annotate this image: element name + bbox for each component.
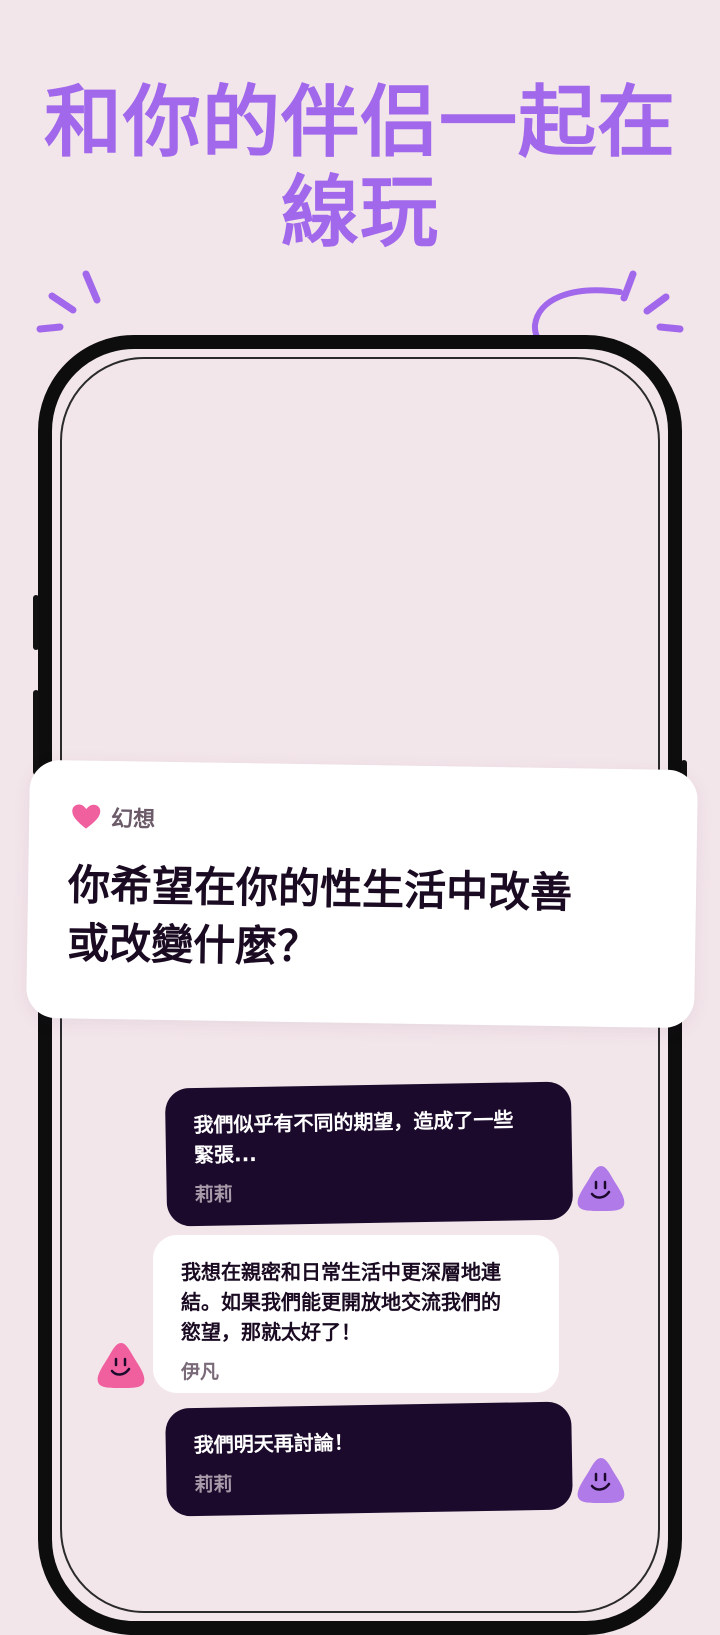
question-line-1: 你希望在你的性生活中改善: [67, 860, 573, 918]
message-line: 緊張...: [193, 1141, 257, 1168]
category-tag: 幻想: [71, 800, 156, 833]
question-card[interactable]: 幻想 你希望在你的性生活中改善 或改變什麼？: [26, 759, 698, 1029]
chat-bubble: 我想在親密和日常生活中更深層地連 結。如果我們能更開放地交流我們的 慾望，那就太…: [153, 1235, 559, 1393]
headline-line-1: 和你的伴侣一起在: [43, 78, 676, 168]
message-text: 我們明天再討論！: [193, 1424, 545, 1460]
message-author: 莉莉: [194, 1473, 233, 1497]
phone-side-button: [33, 690, 39, 775]
message-text: 我們似乎有不同的期望，造成了一些 緊張...: [193, 1104, 546, 1170]
avatar-purple-icon: [577, 1458, 625, 1503]
message-line: 我想在親密和日常生活中更深層地連: [181, 1260, 501, 1284]
chat-bubble: 我們似乎有不同的期望，造成了一些 緊張... 莉莉: [164, 1081, 574, 1227]
message-text: 我想在親密和日常生活中更深層地連 結。如果我們能更開放地交流我們的 慾望，那就太…: [181, 1257, 533, 1347]
message-author: 伊凡: [181, 1361, 220, 1383]
message-line: 我們似乎有不同的期望，造成了一些: [193, 1107, 514, 1138]
message-line: 結。如果我們能更開放地交流我們的: [181, 1290, 501, 1314]
message-line: 慾望，那就太好了！: [181, 1320, 361, 1344]
avatar-pink-icon: [97, 1343, 145, 1388]
headline: 和你的伴侣一起在 線玩: [0, 78, 720, 258]
avatar-purple-icon: [577, 1166, 625, 1211]
question-text: 你希望在你的性生活中改善 或改變什麼？: [67, 856, 659, 981]
chat-bubble: 我們明天再討論！ 莉莉: [165, 1401, 573, 1517]
message-author: 莉莉: [194, 1183, 233, 1207]
category-label: 幻想: [110, 807, 156, 833]
message-line: 我們明天再討論！: [193, 1430, 354, 1458]
question-line-2: 或改變什麼？: [66, 918, 320, 972]
headline-line-2: 線玩: [280, 168, 439, 258]
heart-icon: [72, 804, 101, 829]
phone-side-button: [33, 595, 39, 650]
